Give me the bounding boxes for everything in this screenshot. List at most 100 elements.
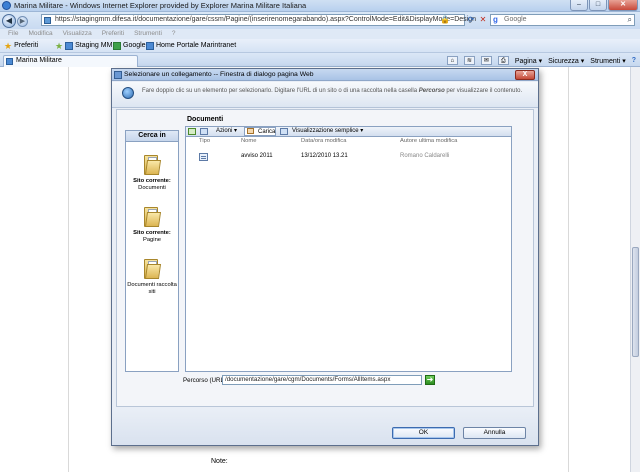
- favorites-button[interactable]: ★ Preferiti: [4, 41, 38, 51]
- maximize-button[interactable]: □: [589, 0, 607, 11]
- mail-icon[interactable]: ✉: [480, 56, 492, 65]
- path-url-input[interactable]: /documentazione/gare/cgm/Documents/Forms…: [222, 375, 422, 385]
- column-header-name[interactable]: Nome: [241, 138, 256, 144]
- google-icon: g: [493, 15, 498, 24]
- search-placeholder: Google: [504, 16, 527, 23]
- new-folder-icon[interactable]: [200, 128, 208, 135]
- menu-help[interactable]: ?: [172, 30, 176, 37]
- dialog-title: Selezionare un collegamento -- Finestra …: [124, 71, 314, 78]
- back-button[interactable]: ◀: [2, 14, 16, 28]
- minimize-button[interactable]: –: [570, 0, 588, 11]
- stop-icon[interactable]: ✕: [478, 15, 488, 25]
- dialog-footer: OK Annulla: [112, 409, 538, 445]
- upload-button[interactable]: Carica: [244, 127, 276, 136]
- page-icon: [65, 42, 74, 50]
- dialog-close-button[interactable]: X: [515, 70, 535, 80]
- favorite-home-portale[interactable]: Home Portale Marintranet: [146, 41, 236, 51]
- url-text: https://stagingmm.difesa.it/documentazio…: [55, 16, 477, 23]
- feeds-icon[interactable]: ≋: [463, 56, 475, 65]
- view-menu[interactable]: Visualizzazione semplice ▾: [292, 127, 363, 136]
- row-author: Romano Caldarelli: [400, 153, 450, 159]
- documents-list: Tipo Nome Data/ora modifica Autore ultim…: [185, 136, 512, 372]
- row-modified: 13/12/2010 13.21: [301, 153, 348, 159]
- menu-visualizza[interactable]: Visualizza: [63, 30, 92, 37]
- divider: [568, 67, 569, 472]
- documents-toolbar: Azioni ▾ Carica Visualizzazione semplice…: [185, 126, 512, 136]
- location-documenti[interactable]: Sito corrente: Documenti: [126, 155, 178, 192]
- favorite-label: Google: [123, 42, 146, 49]
- add-favorite-icon: ★: [55, 40, 64, 51]
- tab-marina-militare[interactable]: Marina Militare: [3, 55, 138, 67]
- close-window-button[interactable]: ✕: [608, 0, 638, 11]
- row-name[interactable]: avviso 2011: [241, 153, 273, 159]
- favorites-bar: ★ Preferiti ★ Staging MM Google Home Por…: [0, 39, 640, 53]
- url-input[interactable]: https://stagingmm.difesa.it/documentazio…: [41, 14, 476, 26]
- tab-bar: Marina Militare ⌂ ≋ ✉ ⎙ Pagina ▾ Sicurez…: [0, 53, 640, 67]
- help-icon[interactable]: ?: [632, 57, 636, 64]
- scrollbar-thumb[interactable]: [632, 247, 639, 357]
- tools-menu[interactable]: Strumenti ▾: [590, 57, 625, 65]
- dialog-body: Cerca in Sito corrente: Documenti Sito co…: [116, 109, 534, 407]
- menu-strumenti[interactable]: Strumenti: [134, 30, 162, 37]
- menu-file[interactable]: File: [8, 30, 18, 37]
- dialog-title-bar[interactable]: Selezionare un collegamento -- Finestra …: [112, 69, 538, 81]
- lock-icon[interactable]: 🔒: [440, 15, 450, 25]
- look-in-title: Cerca in: [126, 131, 178, 142]
- dialog-info-banner: Fare doppio clic su un elemento per sele…: [112, 82, 538, 108]
- search-icon[interactable]: ⌕: [628, 15, 632, 25]
- print-icon[interactable]: ⎙: [497, 56, 509, 65]
- google-favicon-icon: [113, 42, 121, 50]
- location-documenti-raccolta-siti[interactable]: Documenti raccolta siti: [126, 259, 178, 296]
- refresh-icon[interactable]: ⟳: [466, 15, 476, 25]
- page-menu[interactable]: Pagina ▾: [515, 57, 542, 65]
- go-arrow-icon[interactable]: ➜: [425, 375, 435, 385]
- column-header-type[interactable]: Tipo: [199, 138, 210, 144]
- location-pagine[interactable]: Sito corrente: Pagine: [126, 207, 178, 244]
- view-icon: [280, 128, 288, 135]
- menu-bar: File Modifica Visualizza Preferiti Strum…: [0, 29, 640, 39]
- ie-logo-icon: [2, 1, 11, 10]
- command-bar: ⌂ ≋ ✉ ⎙ Pagina ▾ Sicurezza ▾ Strumenti ▾…: [446, 56, 636, 65]
- favorite-staging-mm[interactable]: ★ Staging MM: [55, 41, 112, 51]
- upload-icon: [247, 128, 254, 134]
- security-menu[interactable]: Sicurezza ▾: [548, 57, 584, 65]
- favorite-label: Staging MM: [75, 42, 113, 49]
- search-input[interactable]: g Google ⌕: [490, 14, 635, 26]
- column-header-author[interactable]: Autore ultima modifica: [400, 138, 457, 144]
- forward-button[interactable]: ▶: [17, 16, 28, 27]
- menu-modifica[interactable]: Modifica: [28, 30, 52, 37]
- address-bar: ◀ ▶ https://stagingmm.difesa.it/document…: [0, 12, 640, 29]
- link-selection-dialog: Selezionare un collegamento -- Finestra …: [111, 68, 539, 446]
- forward-arrow-icon: ▶: [19, 18, 26, 25]
- path-label: Percorso (URL):: [183, 377, 228, 384]
- dialog-instructions: Fare doppio clic su un elemento per sele…: [142, 88, 523, 94]
- globe-icon: [122, 87, 134, 99]
- menu-preferiti[interactable]: Preferiti: [102, 30, 124, 37]
- star-icon: ★: [4, 40, 13, 51]
- divider: [68, 67, 69, 472]
- cancel-button[interactable]: Annulla: [463, 427, 526, 439]
- page-favicon-icon: [6, 58, 13, 65]
- home-icon[interactable]: ⌂: [446, 56, 458, 65]
- page-scrollbar[interactable]: [630, 67, 640, 472]
- dialog-icon: [114, 71, 122, 79]
- favorite-google[interactable]: Google: [113, 41, 146, 51]
- document-icon: [199, 153, 208, 161]
- note-label: Note:: [211, 458, 228, 465]
- up-folder-icon[interactable]: [188, 128, 196, 135]
- page-icon: [146, 42, 154, 50]
- window-controls: – □ ✕: [570, 0, 638, 11]
- actions-menu[interactable]: Azioni ▾: [216, 127, 237, 136]
- favorite-label: Home Portale Marintranet: [156, 42, 237, 49]
- documents-title: Documenti: [187, 116, 224, 123]
- ok-button[interactable]: OK: [392, 427, 455, 439]
- favorites-label: Preferiti: [14, 42, 39, 49]
- tab-label: Marina Militare: [16, 57, 62, 64]
- folder-icon: [144, 259, 162, 279]
- column-header-modified[interactable]: Data/ora modifica: [301, 138, 346, 144]
- look-in-panel: Cerca in Sito corrente: Documenti Sito co…: [125, 130, 179, 372]
- folder-icon: [144, 155, 162, 175]
- page-favicon-icon: [44, 17, 51, 24]
- back-arrow-icon: ◀: [5, 16, 13, 25]
- window-title-bar: Marina Militare - Windows Internet Explo…: [0, 0, 640, 12]
